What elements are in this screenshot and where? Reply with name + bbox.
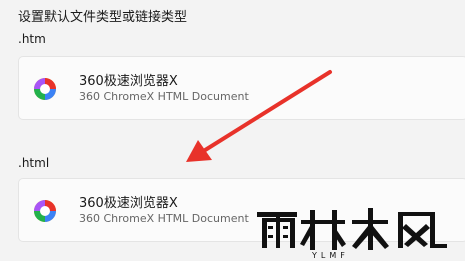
extension-label-html: .html bbox=[18, 156, 50, 170]
app-description: 360 ChromeX HTML Document bbox=[79, 212, 249, 225]
association-card-html[interactable]: 360极速浏览器X 360 ChromeX HTML Document bbox=[18, 178, 465, 242]
page-title: 设置默认文件类型或链接类型 bbox=[18, 10, 188, 25]
association-card-htm[interactable]: 360极速浏览器X 360 ChromeX HTML Document bbox=[18, 56, 465, 120]
svg-text:YLMF: YLMF bbox=[311, 251, 349, 260]
app-description: 360 ChromeX HTML Document bbox=[79, 90, 249, 103]
app-name: 360极速浏览器X bbox=[79, 74, 178, 89]
360-chromex-icon bbox=[34, 200, 56, 222]
app-name: 360极速浏览器X bbox=[79, 196, 178, 211]
extension-label-htm: .htm bbox=[18, 32, 46, 46]
360-chromex-icon bbox=[34, 78, 56, 100]
